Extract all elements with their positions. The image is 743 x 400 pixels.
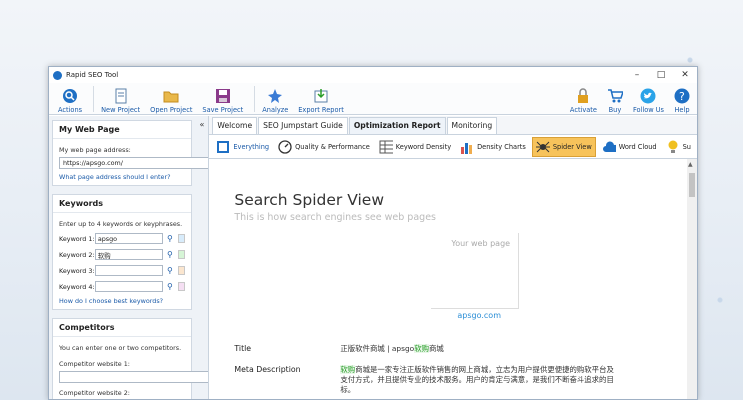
- new-project-button[interactable]: New Project: [98, 84, 143, 114]
- tab-welcome[interactable]: Welcome: [212, 117, 258, 134]
- analyze-button[interactable]: Analyze: [259, 84, 291, 114]
- toolbar-separator: [254, 85, 256, 112]
- keywords-panel: Keywords Enter up to 4 keywords or keyph…: [52, 194, 193, 310]
- competitor-1-label: Competitor website 1:: [59, 360, 130, 368]
- keyword-color-swatch[interactable]: [177, 266, 186, 275]
- address-help-link[interactable]: What page address should I enter?: [59, 173, 171, 181]
- table-icon: [379, 140, 393, 154]
- suggestions-button[interactable]: Su: [663, 137, 694, 157]
- tab-optimization-report[interactable]: Optimization Report: [348, 117, 446, 134]
- folder-icon: [163, 88, 179, 104]
- everything-icon: [216, 140, 230, 154]
- keyword-color-swatch[interactable]: [177, 250, 186, 259]
- app-window: Rapid SEO Tool – □ ✕ Actions New Project…: [48, 66, 698, 400]
- competitor-2-label: Competitor website 2:: [59, 389, 130, 397]
- address-label: My web page address:: [59, 146, 131, 154]
- keyword-row: Keyword 1: apsgo ⚲: [59, 233, 186, 244]
- meta-description-label: Meta Description: [234, 365, 301, 374]
- quality-performance-button[interactable]: Quality & Performance: [275, 137, 373, 157]
- follow-us-button[interactable]: Follow Us: [630, 84, 667, 114]
- title-label: Title: [234, 344, 252, 353]
- tab-monitoring[interactable]: Monitoring: [446, 117, 498, 134]
- save-icon: [215, 88, 231, 104]
- app-icon: [53, 70, 62, 80]
- competitors-hint: You can enter one or two competitors.: [59, 344, 182, 352]
- search-icon[interactable]: ⚲: [167, 266, 173, 275]
- spider-icon: [535, 140, 550, 154]
- save-project-button[interactable]: Save Project: [199, 84, 246, 114]
- export-report-button[interactable]: Export Report: [295, 84, 347, 114]
- speedometer-icon: [278, 139, 292, 154]
- report-toolbar: Everything Quality & Performance Keyword…: [209, 135, 697, 159]
- title-value: 正版软件商城 | apsgo软购商城: [340, 344, 444, 353]
- new-project-icon: [113, 88, 129, 104]
- everything-button[interactable]: Everything: [213, 137, 272, 157]
- title-bar: Rapid SEO Tool – □ ✕: [49, 67, 697, 83]
- search-icon[interactable]: ⚲: [167, 282, 173, 291]
- minimize-button[interactable]: –: [625, 67, 649, 83]
- cloud-icon: [602, 140, 616, 154]
- tab-seo-jumpstart-guide[interactable]: SEO Jumpstart Guide: [258, 117, 348, 134]
- cart-icon: [607, 88, 623, 104]
- activate-icon: [575, 87, 591, 104]
- scroll-up-icon[interactable]: ▲: [688, 161, 693, 168]
- keyword-2-input[interactable]: 软购: [94, 249, 163, 260]
- report-area: Welcome SEO Jumpstart Guide Optimization…: [209, 116, 697, 399]
- page-subtitle: This is how search engines see web pages: [234, 212, 436, 223]
- spider-view-button[interactable]: Spider View: [531, 136, 596, 157]
- left-sidebar: « My Web Page My web page address: https…: [49, 116, 210, 399]
- word-cloud-button[interactable]: Word Cloud: [599, 137, 660, 157]
- activate-button[interactable]: Activate: [567, 84, 600, 114]
- twitter-icon: [640, 88, 656, 104]
- keywords-help-link[interactable]: How do I choose best keywords?: [59, 297, 185, 305]
- svg-text:?: ?: [679, 90, 685, 103]
- maximize-button[interactable]: □: [649, 67, 673, 83]
- page-title: Search Spider View: [234, 191, 384, 209]
- tab-bar: Welcome SEO Jumpstart Guide Optimization…: [209, 116, 697, 135]
- scrollbar-thumb[interactable]: [689, 173, 695, 197]
- keyword-row: Keyword 2: 软购 ⚲: [59, 249, 186, 260]
- preview-url[interactable]: apsgo.com: [457, 311, 501, 320]
- search-icon[interactable]: ⚲: [167, 250, 173, 259]
- main-area: « My Web Page My web page address: https…: [49, 116, 697, 399]
- keyword-color-swatch[interactable]: [177, 282, 186, 291]
- actions-icon: [62, 88, 78, 104]
- page-address-input[interactable]: https://apsgo.com/▼: [59, 157, 209, 169]
- collapse-sidebar-button[interactable]: «: [199, 120, 204, 129]
- lightbulb-icon: [666, 140, 680, 154]
- analyze-icon: [267, 88, 283, 104]
- vertical-scrollbar[interactable]: ▲: [687, 159, 697, 399]
- export-icon: [313, 88, 329, 104]
- keyword-row: Keyword 3: ⚲: [59, 265, 186, 276]
- keyword-color-swatch[interactable]: [177, 234, 186, 243]
- keyword-3-input[interactable]: [94, 265, 163, 276]
- my-web-page-panel: My Web Page My web page address: https:/…: [52, 120, 209, 186]
- keywords-hint: Enter up to 4 keywords or keyphrases.: [59, 220, 183, 228]
- window-title: Rapid SEO Tool: [66, 71, 119, 79]
- panel-title: My Web Page: [53, 121, 192, 139]
- spider-view-content: Search Spider View This is how search en…: [209, 159, 687, 399]
- density-charts-button[interactable]: Density Charts: [457, 137, 529, 157]
- competitors-panel: Competitors You can enter one or two com…: [52, 318, 209, 399]
- keyword-1-input[interactable]: apsgo: [94, 233, 163, 244]
- main-toolbar: Actions New Project Open Project Save Pr…: [49, 83, 697, 115]
- bar-chart-icon: [460, 140, 474, 154]
- competitor-1-input[interactable]: ▼: [59, 371, 209, 383]
- search-icon[interactable]: ⚲: [167, 234, 173, 243]
- help-button[interactable]: ? Help: [671, 84, 693, 114]
- panel-title: Keywords: [53, 195, 192, 213]
- help-icon: ?: [674, 88, 690, 104]
- panel-title: Competitors: [53, 319, 192, 337]
- open-project-button[interactable]: Open Project: [147, 84, 195, 114]
- keyword-row: Keyword 4: ⚲: [59, 281, 186, 292]
- actions-button[interactable]: Actions: [55, 84, 85, 114]
- keyword-4-input[interactable]: [94, 281, 163, 292]
- buy-button[interactable]: Buy: [604, 84, 626, 114]
- toolbar-separator: [93, 85, 95, 112]
- preview-label: Your web page: [451, 239, 511, 248]
- meta-description-value: 软购商城是一家专注正版软件销售的网上商城，立志为用户提供更便捷的购软平台及支付方…: [340, 365, 614, 394]
- close-button[interactable]: ✕: [673, 67, 697, 83]
- keyword-density-button[interactable]: Keyword Density: [376, 137, 454, 157]
